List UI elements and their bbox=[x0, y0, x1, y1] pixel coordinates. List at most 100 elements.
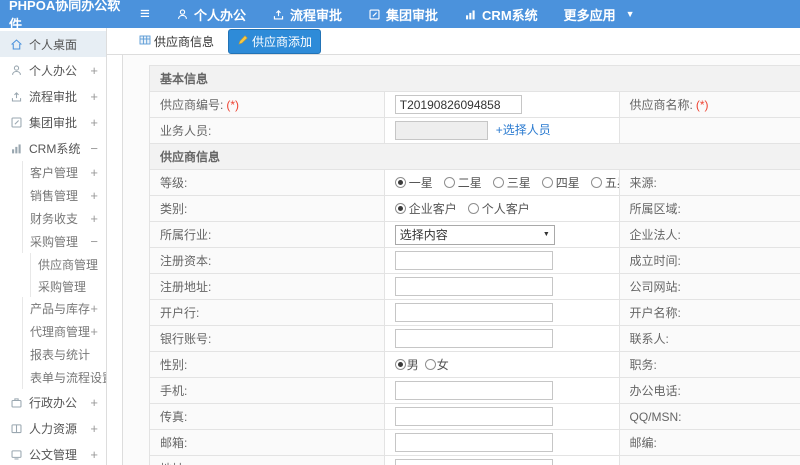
label-source: 来源: bbox=[618, 169, 800, 196]
radio-grade-1[interactable]: 一星 bbox=[394, 174, 433, 191]
bank-input[interactable] bbox=[394, 303, 553, 322]
radio-category-enterprise[interactable]: 企业客户 bbox=[394, 200, 457, 217]
topbar-menu: 个人办公 流程审批 集团审批 CRM系统 更多应用 ▼ bbox=[176, 5, 635, 24]
supplier-code-input[interactable] bbox=[394, 95, 522, 114]
gender-radio-group: 男 女 bbox=[394, 356, 449, 373]
sidebar: 个人桌面 个人办公 + 流程审批 + 集团审批 + CRM系统 − 客户管理 +… bbox=[0, 28, 107, 465]
label-staff: 业务人员: bbox=[149, 117, 385, 144]
briefcase-icon bbox=[10, 396, 23, 409]
choose-staff-link[interactable]: +选择人员 bbox=[496, 123, 551, 137]
document-icon bbox=[10, 448, 23, 461]
radio-icon bbox=[590, 177, 602, 188]
sidebar-item-sales-mgmt[interactable]: 销售管理 + bbox=[0, 184, 106, 207]
staff-input[interactable] bbox=[394, 121, 488, 141]
sidebar-item-crm-system[interactable]: CRM系统 − bbox=[0, 135, 106, 161]
sidebar-item-document-mgmt[interactable]: 公文管理 + bbox=[0, 441, 106, 465]
sidebar-item-purchasing[interactable]: 采购管理 bbox=[0, 275, 106, 297]
sidebar-item-purchase-mgmt[interactable]: 采购管理 − bbox=[0, 230, 106, 253]
radio-grade-2[interactable]: 二星 bbox=[443, 174, 482, 191]
sidebar-item-customer-mgmt[interactable]: 客户管理 + bbox=[0, 161, 106, 184]
sidebar-item-product-inventory[interactable]: 产品与库存 + bbox=[0, 297, 106, 320]
content-gutter bbox=[107, 55, 123, 465]
label-industry: 所属行业: bbox=[149, 221, 385, 248]
sidebar-item-human-resources[interactable]: 人力资源 + bbox=[0, 415, 106, 441]
label-legal-person: 企业法人: bbox=[618, 221, 800, 248]
sidebar-item-supplier-mgmt[interactable]: 供应商管理 bbox=[0, 253, 106, 275]
user-icon bbox=[10, 64, 23, 77]
label-bank: 开户行: bbox=[149, 299, 385, 326]
label-fax: 传真: bbox=[149, 403, 385, 430]
label-position: 职务: bbox=[618, 351, 800, 378]
label-gender: 性别: bbox=[149, 351, 385, 378]
sidebar-item-personal-desktop[interactable]: 个人桌面 bbox=[0, 31, 106, 57]
label-supplier-code: 供应商编号: (*) bbox=[149, 91, 385, 118]
chart-icon bbox=[10, 142, 23, 155]
bank-account-input[interactable] bbox=[394, 329, 553, 348]
empty-label-cell bbox=[618, 117, 800, 144]
label-bank-account: 银行账号: bbox=[149, 325, 385, 352]
edit-icon bbox=[368, 8, 381, 21]
radio-gender-female[interactable]: 女 bbox=[424, 356, 449, 373]
mobile-input[interactable] bbox=[394, 381, 553, 400]
topmenu-workflow-approval[interactable]: 流程审批 bbox=[272, 5, 342, 24]
sidebar-item-group-approval[interactable]: 集团审批 + bbox=[0, 109, 106, 135]
label-contact: 联系人: bbox=[618, 325, 800, 352]
label-account-name: 开户名称: bbox=[618, 299, 800, 326]
supplier-add-panel: 基本信息 供应商编号:(*) 供应商名称:(*) 业务人员: +选择人员 bbox=[123, 55, 800, 465]
label-address: 地址: bbox=[149, 455, 385, 465]
registered-capital-input[interactable] bbox=[394, 251, 553, 270]
industry-select[interactable]: 选择内容 ▼ bbox=[394, 224, 555, 245]
fax-input[interactable] bbox=[394, 407, 553, 426]
radio-icon bbox=[467, 203, 479, 214]
label-supplier-name: 供应商名称: (*) bbox=[618, 91, 800, 118]
label-office-phone: 办公电话: bbox=[618, 377, 800, 404]
radio-icon bbox=[394, 177, 406, 188]
address-input[interactable] bbox=[394, 459, 553, 465]
sidebar-item-form-flow-settings[interactable]: 表单与流程设置 + bbox=[0, 366, 106, 389]
topmenu-group-approval[interactable]: 集团审批 bbox=[368, 5, 438, 24]
label-qq-msn: QQ/MSN: bbox=[618, 403, 800, 430]
app-window: PHPOA协同办公软件 ≡ 个人办公 流程审批 集团审批 CRM系统 更多应用 bbox=[0, 0, 800, 465]
radio-icon bbox=[443, 177, 455, 188]
user-icon bbox=[176, 8, 189, 21]
label-email: 邮箱: bbox=[149, 429, 385, 456]
tab-supplier-info[interactable]: 供应商信息 bbox=[133, 30, 220, 53]
label-category: 类别: bbox=[149, 195, 385, 222]
radio-grade-5[interactable]: 五星 bbox=[590, 174, 618, 191]
radio-icon bbox=[424, 359, 436, 370]
radio-category-personal[interactable]: 个人客户 bbox=[467, 200, 530, 217]
topmenu-crm-system[interactable]: CRM系统 bbox=[464, 5, 538, 24]
hamburger-menu-icon[interactable]: ≡ bbox=[128, 4, 162, 24]
label-grade: 等级: bbox=[149, 169, 385, 196]
category-radio-group: 企业客户 个人客户 bbox=[394, 200, 530, 217]
topmenu-personal-office[interactable]: 个人办公 bbox=[176, 5, 246, 24]
sidebar-item-finance[interactable]: 财务收支 + bbox=[0, 207, 106, 230]
sidebar-item-personal-office[interactable]: 个人办公 + bbox=[0, 57, 106, 83]
grade-radio-group: 一星 二星 三星 四星 五星 bbox=[394, 174, 618, 191]
sidebar-item-reports[interactable]: 报表与统计 bbox=[0, 343, 106, 366]
sidebar-item-agent-mgmt[interactable]: 代理商管理 + bbox=[0, 320, 106, 343]
radio-icon bbox=[394, 359, 406, 370]
tabbar: 供应商信息 供应商添加 bbox=[107, 28, 800, 55]
label-registered-capital: 注册资本: bbox=[149, 247, 385, 274]
radio-gender-male[interactable]: 男 bbox=[394, 356, 419, 373]
caret-down-icon: ▼ bbox=[542, 231, 550, 238]
edit-icon bbox=[10, 116, 23, 129]
grid-icon bbox=[139, 34, 151, 49]
sidebar-item-workflow-approval[interactable]: 流程审批 + bbox=[0, 83, 106, 109]
required-mark: (*) bbox=[226, 98, 240, 112]
radio-grade-4[interactable]: 四星 bbox=[541, 174, 580, 191]
registered-address-input[interactable] bbox=[394, 277, 553, 296]
pencil-icon bbox=[237, 34, 249, 49]
email-input[interactable] bbox=[394, 433, 553, 452]
section-header-basic: 基本信息 bbox=[149, 65, 800, 92]
topmenu-more-apps[interactable]: 更多应用 bbox=[564, 5, 616, 24]
upload-icon bbox=[10, 90, 23, 103]
label-founded-date: 成立时间: bbox=[618, 247, 800, 274]
radio-icon bbox=[394, 203, 406, 214]
sidebar-item-admin-office[interactable]: 行政办公 + bbox=[0, 389, 106, 415]
radio-grade-3[interactable]: 三星 bbox=[492, 174, 531, 191]
supplier-form: 基本信息 供应商编号:(*) 供应商名称:(*) 业务人员: +选择人员 bbox=[149, 65, 800, 465]
tab-supplier-add[interactable]: 供应商添加 bbox=[228, 28, 322, 54]
label-registered-address: 注册地址: bbox=[149, 273, 385, 300]
